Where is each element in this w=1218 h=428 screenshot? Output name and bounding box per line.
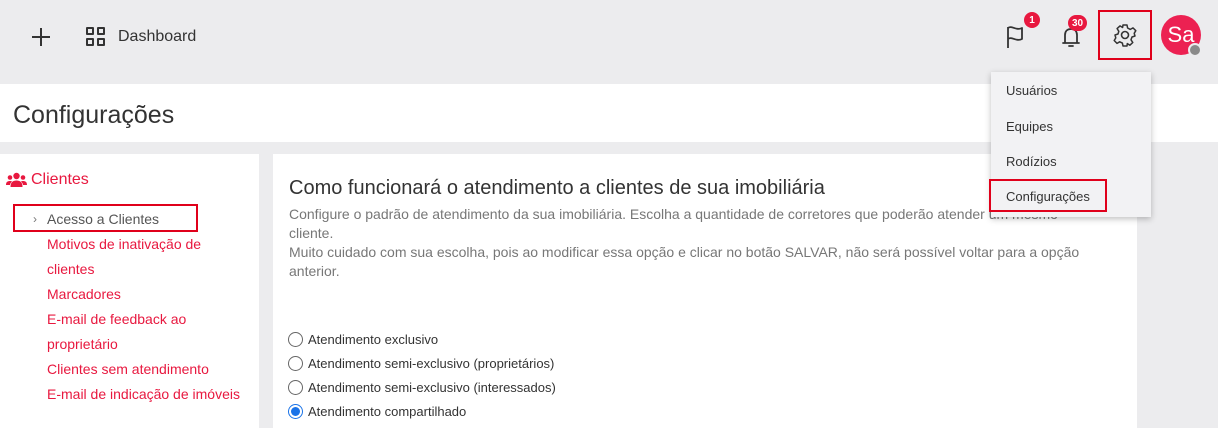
- menu-item-equipes[interactable]: Equipes: [1006, 119, 1053, 134]
- users-icon: [6, 172, 27, 187]
- dashboard-label: Dashboard: [118, 28, 197, 45]
- sidebar-section-clientes[interactable]: Clientes: [6, 171, 89, 189]
- sidebar-item-motivos-inativacao-cont[interactable]: clientes: [47, 261, 94, 277]
- radio-button[interactable]: [288, 332, 303, 347]
- sidebar: Clientes › Acesso a Clientes Motivos de …: [0, 154, 259, 428]
- option-semi-exclusivo-interessados[interactable]: Atendimento semi-exclusivo (interessados…: [288, 380, 556, 395]
- description-line: cliente.: [289, 225, 334, 241]
- gear-icon: [1113, 24, 1137, 47]
- top-bar: Dashboard 1 30 Sa: [0, 0, 1218, 80]
- option-atendimento-compartilhado[interactable]: Atendimento compartilhado: [288, 404, 466, 419]
- settings-dropdown-menu: Usuários Equipes Rodízios Configurações: [989, 72, 1151, 217]
- radio-button-selected[interactable]: [288, 404, 303, 419]
- option-label: Atendimento compartilhado: [308, 404, 467, 419]
- description-line: anterior.: [289, 263, 340, 279]
- menu-item-rodizios[interactable]: Rodízios: [1006, 154, 1057, 169]
- notifications-button[interactable]: 30: [1056, 15, 1088, 52]
- sidebar-item-email-feedback[interactable]: E-mail de feedback ao: [47, 311, 186, 327]
- option-label: Atendimento semi-exclusivo (interessados…: [308, 380, 556, 395]
- menu-item-configuracoes[interactable]: Configurações: [989, 179, 1107, 212]
- dashboard-link[interactable]: Dashboard: [86, 25, 196, 49]
- radio-button[interactable]: [288, 380, 303, 395]
- sidebar-item-acesso-a-clientes[interactable]: › Acesso a Clientes: [13, 204, 198, 232]
- page-title: Configurações: [13, 101, 175, 129]
- add-button[interactable]: [30, 26, 52, 48]
- menu-item-usuarios[interactable]: Usuários: [1006, 83, 1057, 98]
- sidebar-item-email-indicacao[interactable]: E-mail de indicação de imóveis: [47, 386, 240, 402]
- notifications-badge: 30: [1068, 15, 1088, 31]
- option-label: Atendimento semi-exclusivo (proprietário…: [308, 356, 555, 371]
- sidebar-section-label: Clientes: [31, 171, 89, 188]
- settings-button[interactable]: [1098, 10, 1152, 60]
- sidebar-item-motivos-inativacao[interactable]: Motivos de inativação de: [47, 236, 201, 252]
- option-atendimento-exclusivo[interactable]: Atendimento exclusivo: [288, 332, 438, 347]
- grid-icon: [86, 27, 106, 47]
- radio-button[interactable]: [288, 356, 303, 371]
- sidebar-item-marcadores[interactable]: Marcadores: [47, 286, 121, 302]
- flag-button[interactable]: 1: [1002, 12, 1040, 52]
- avatar-status-indicator: [1188, 43, 1202, 57]
- description-line: Muito cuidado com sua escolha, pois ao m…: [289, 244, 1080, 260]
- menu-item-label: Configurações: [1006, 189, 1090, 204]
- option-label: Atendimento exclusivo: [308, 332, 439, 347]
- sidebar-item-email-feedback-cont[interactable]: proprietário: [47, 336, 118, 352]
- section-title: Como funcionará o atendimento a clientes…: [289, 177, 825, 199]
- option-semi-exclusivo-proprietarios[interactable]: Atendimento semi-exclusivo (proprietário…: [288, 356, 554, 371]
- sidebar-item-clientes-sem-atendimento[interactable]: Clientes sem atendimento: [47, 361, 209, 377]
- chevron-right-icon: ›: [33, 212, 37, 226]
- sidebar-item-label: Acesso a Clientes: [47, 211, 160, 227]
- flag-badge: 1: [1024, 12, 1040, 28]
